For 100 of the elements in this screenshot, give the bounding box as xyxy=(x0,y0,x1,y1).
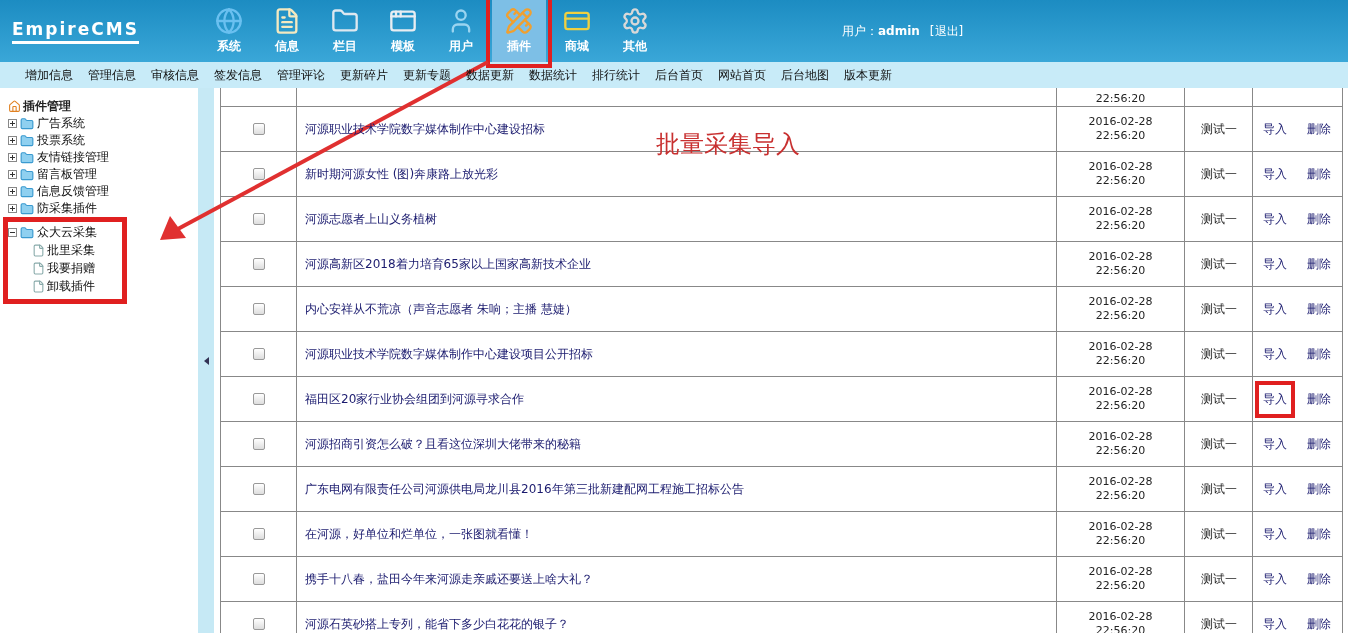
import-link[interactable]: 导入 xyxy=(1254,155,1295,193)
row-checkbox[interactable] xyxy=(252,348,265,360)
tree-item[interactable]: 批里采集 xyxy=(47,241,95,259)
delete-link[interactable]: 删除 xyxy=(1299,155,1339,193)
article-title[interactable]: 河源石英砂搭上专列，能省下多少白花花的银子？ xyxy=(297,615,569,633)
date-text: 2016-02-28 xyxy=(1088,115,1153,129)
import-link[interactable]: 导入 xyxy=(1254,560,1295,598)
expand-icon[interactable] xyxy=(8,170,17,179)
import-link[interactable]: 导入 xyxy=(1254,380,1295,418)
menu-link[interactable]: 版本更新 xyxy=(844,66,892,84)
author-text: 测试一 xyxy=(1200,165,1237,183)
menu-link[interactable]: 更新专题 xyxy=(403,66,451,84)
delete-link[interactable]: 删除 xyxy=(1299,380,1339,418)
delete-link[interactable]: 删除 xyxy=(1299,515,1339,553)
row-checkbox[interactable] xyxy=(252,168,265,180)
time-text: 22:56:20 xyxy=(1095,129,1146,143)
folder-icon xyxy=(20,167,34,182)
article-title[interactable]: 广东电网有限责任公司河源供电局龙川县2016年第三批新建配网工程施工招标公告 xyxy=(297,480,744,498)
menu-link[interactable]: 网站首页 xyxy=(718,66,766,84)
import-link[interactable]: 导入 xyxy=(1254,470,1295,508)
import-link[interactable]: 导入 xyxy=(1254,290,1295,328)
import-link[interactable]: 导入 xyxy=(1254,425,1295,463)
folder-icon xyxy=(20,225,34,240)
import-link[interactable]: 导入 xyxy=(1254,605,1295,633)
delete-link[interactable]: 删除 xyxy=(1299,335,1339,373)
tree-item[interactable]: 投票系统 xyxy=(37,132,85,149)
article-title[interactable]: 河源招商引资怎么破？且看这位深圳大佬带来的秘籍 xyxy=(297,435,581,453)
globe-icon xyxy=(215,7,243,35)
menu-link[interactable]: 后台首页 xyxy=(655,66,703,84)
user-label: 用户：admin xyxy=(842,22,920,40)
import-link[interactable]: 导入 xyxy=(1254,515,1295,553)
page-icon xyxy=(32,243,45,257)
import-link[interactable]: 导入 xyxy=(1254,335,1295,373)
date-text: 2016-02-28 xyxy=(1088,160,1153,174)
expand-icon[interactable] xyxy=(8,136,17,145)
row-checkbox[interactable] xyxy=(252,258,265,270)
menu-link[interactable]: 数据更新 xyxy=(466,66,514,84)
article-title[interactable]: 河源高新区2018着力培育65家以上国家高新技术企业 xyxy=(297,255,591,273)
row-checkbox[interactable] xyxy=(252,393,265,405)
author-text: 测试一 xyxy=(1200,255,1237,273)
author-text: 测试一 xyxy=(1200,480,1237,498)
article-title[interactable]: 内心安祥从不荒凉（声音志愿者 朱响；主播 慧婕） xyxy=(297,300,577,318)
row-checkbox[interactable] xyxy=(252,483,265,495)
folder-icon xyxy=(331,7,359,35)
menu-link[interactable]: 管理评论 xyxy=(277,66,325,84)
row-checkbox[interactable] xyxy=(252,438,265,450)
tree-item[interactable]: 众大云采集 xyxy=(37,224,97,241)
article-title[interactable]: 携手十八春，盐田今年来河源走亲戚还要送上啥大礼？ xyxy=(297,570,593,588)
delete-link[interactable]: 删除 xyxy=(1299,110,1339,148)
delete-link[interactable]: 删除 xyxy=(1299,245,1339,283)
time-text: 22:56:20 xyxy=(1095,579,1146,593)
pencil-ruler-icon xyxy=(505,7,533,35)
collapse-icon[interactable] xyxy=(8,228,17,237)
article-title[interactable]: 河源职业技术学院数字媒体制作中心建设项目公开招标 xyxy=(297,345,593,363)
tree-item[interactable]: 信息反馈管理 xyxy=(37,183,109,200)
article-title[interactable]: 在河源，好单位和烂单位，一张图就看懂！ xyxy=(297,525,533,543)
time-text: 22:56:20 xyxy=(1095,264,1146,278)
menu-link[interactable]: 数据统计 xyxy=(529,66,577,84)
row-checkbox[interactable] xyxy=(252,618,265,630)
author-text: 测试一 xyxy=(1200,210,1237,228)
menu-link[interactable]: 排行统计 xyxy=(592,66,640,84)
tree-item[interactable]: 友情链接管理 xyxy=(37,149,109,166)
time-text: 22:56:20 xyxy=(1095,534,1146,548)
tree-item[interactable]: 留言板管理 xyxy=(37,166,97,183)
article-title[interactable]: 河源志愿者上山义务植树 xyxy=(297,210,437,228)
delete-link[interactable]: 删除 xyxy=(1299,605,1339,633)
time-text: 22:56:20 xyxy=(1095,444,1146,458)
delete-link[interactable]: 删除 xyxy=(1299,290,1339,328)
menu-link[interactable]: 签发信息 xyxy=(214,66,262,84)
collapse-arrow-icon[interactable] xyxy=(203,356,209,365)
row-checkbox[interactable] xyxy=(252,573,265,585)
delete-link[interactable]: 删除 xyxy=(1299,425,1339,463)
menu-link[interactable]: 审核信息 xyxy=(151,66,199,84)
article-title[interactable]: 福田区20家行业协会组团到河源寻求合作 xyxy=(297,390,525,408)
expand-icon[interactable] xyxy=(8,119,17,128)
expand-icon[interactable] xyxy=(8,187,17,196)
import-link[interactable]: 导入 xyxy=(1254,245,1295,283)
import-link[interactable]: 导入 xyxy=(1254,110,1295,148)
row-checkbox[interactable] xyxy=(252,528,265,540)
row-checkbox[interactable] xyxy=(252,213,265,225)
tree-item[interactable]: 我要捐赠 xyxy=(47,259,95,277)
expand-icon[interactable] xyxy=(8,204,17,213)
expand-icon[interactable] xyxy=(8,153,17,162)
import-link[interactable]: 导入 xyxy=(1254,200,1295,238)
delete-link[interactable]: 删除 xyxy=(1299,470,1339,508)
logo: EmpireCMS xyxy=(12,18,139,44)
article-title[interactable]: 新时期河源女性 (图)奔康路上放光彩 xyxy=(297,165,499,183)
menu-link[interactable]: 后台地图 xyxy=(781,66,829,84)
row-checkbox[interactable] xyxy=(252,123,265,135)
date-text: 2016-02-28 xyxy=(1088,250,1153,264)
menu-link[interactable]: 管理信息 xyxy=(88,66,136,84)
tree-item[interactable]: 广告系统 xyxy=(37,115,85,132)
menu-link[interactable]: 增加信息 xyxy=(25,66,73,84)
tree-item[interactable]: 卸载插件 xyxy=(47,277,95,295)
date-text: 2016-02-28 xyxy=(1088,430,1153,444)
tree-item[interactable]: 防采集插件 xyxy=(37,200,97,217)
menu-link[interactable]: 更新碎片 xyxy=(340,66,388,84)
delete-link[interactable]: 删除 xyxy=(1299,200,1339,238)
row-checkbox[interactable] xyxy=(252,303,265,315)
delete-link[interactable]: 删除 xyxy=(1299,560,1339,598)
